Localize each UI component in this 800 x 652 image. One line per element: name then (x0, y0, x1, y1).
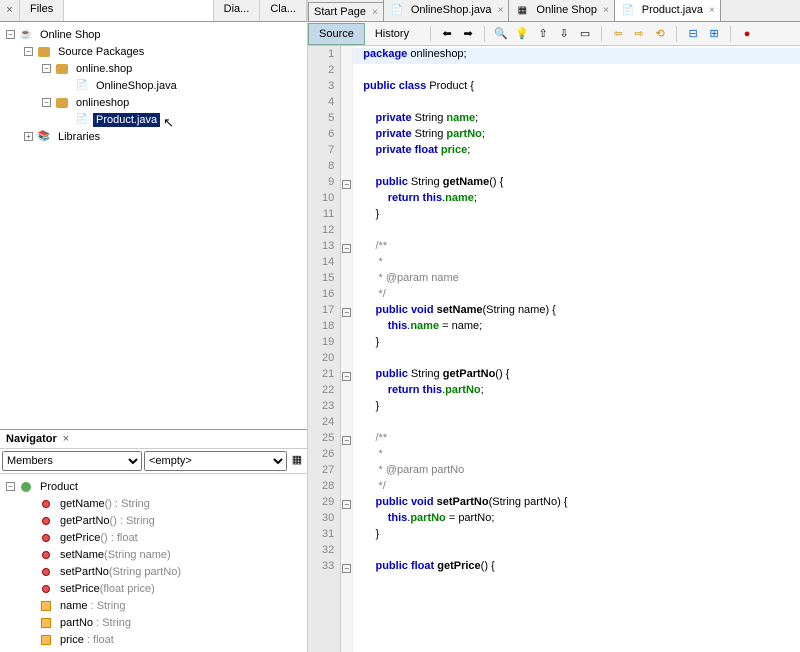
toolbar-shift-right-icon[interactable]: ⇨ (631, 26, 647, 42)
expand-icon[interactable]: − (6, 482, 15, 491)
java-file-icon: 📄 (74, 112, 90, 128)
close-tab-icon[interactable]: × (498, 5, 504, 16)
history-view-button[interactable]: History (365, 24, 419, 44)
toolbar-prev-icon[interactable]: ⇧ (535, 26, 551, 42)
diagram-icon: ▦ (514, 2, 530, 18)
field-icon (38, 598, 54, 614)
nav-method[interactable]: getName() : String (2, 495, 305, 512)
fold-column: − − − − − − − (341, 46, 353, 652)
tree-root-project[interactable]: − ☕ Online Shop (2, 26, 305, 43)
toolbar-find-icon[interactable]: 🔍 (493, 26, 509, 42)
navigator-filter-select[interactable]: <empty> (144, 451, 287, 471)
method-icon (38, 513, 54, 529)
nav-method[interactable]: setName(String name) (2, 546, 305, 563)
package-icon (54, 61, 70, 77)
toolbar-highlight-icon[interactable]: 💡 (514, 26, 530, 42)
tab-files[interactable]: Files (20, 0, 64, 21)
field-icon (38, 615, 54, 631)
java-file-icon: 📄 (74, 78, 90, 94)
toolbar-toggle-icon[interactable]: ▭ (577, 26, 593, 42)
expand-icon[interactable]: − (42, 64, 51, 73)
java-file-icon: 📄 (620, 2, 636, 18)
toolbar-forward-icon[interactable]: ➡ (460, 26, 476, 42)
editor-tab-onlineshop-diagram[interactable]: ▦Online Shop× (508, 0, 614, 21)
toolbar-comment-icon[interactable]: ⊟ (685, 26, 701, 42)
navigator-tree: − Product getName() : String getPartNo()… (0, 474, 307, 652)
tree-libraries[interactable]: + 📚 Libraries (2, 128, 305, 145)
field-icon (38, 632, 54, 648)
navigator-options-icon[interactable]: ▦ (289, 451, 305, 467)
expand-icon[interactable]: − (42, 98, 51, 107)
toolbar-back-icon[interactable]: ⬅ (439, 26, 455, 42)
tree-package-2[interactable]: − onlineshop (2, 94, 305, 111)
close-projects-icon[interactable]: × (0, 0, 20, 21)
toolbar-shift-left-icon[interactable]: ⇦ (610, 26, 626, 42)
editor-sub-toolbar: Source History ⬅ ➡ 🔍 💡 ⇧ ⇩ ▭ ⇦ ⇨ ⟲ ⊟ ⊞ ● (308, 22, 800, 46)
toolbar-format-icon[interactable]: ⟲ (652, 26, 668, 42)
close-tab-icon[interactable]: × (709, 5, 715, 16)
close-tab-icon[interactable]: × (603, 5, 609, 16)
nav-method[interactable]: setPartNo(String partNo) (2, 563, 305, 580)
nav-field[interactable]: name : String (2, 597, 305, 614)
tab-diagrams[interactable]: Dia... (214, 0, 261, 21)
editor-tab-startpage[interactable]: Start Page× (308, 2, 384, 21)
line-number-gutter: 1234567891011121314151617181920212223242… (308, 46, 341, 652)
code-content[interactable]: package onlineshop;public class Product … (353, 46, 800, 652)
editor-tab-product-java[interactable]: 📄Product.java× (614, 0, 721, 21)
nav-class[interactable]: − Product (2, 478, 305, 495)
method-icon (38, 581, 54, 597)
fold-toggle-icon[interactable]: − (342, 180, 351, 189)
editor-tabs: Start Page× 📄OnlineShop.java× ▦Online Sh… (308, 0, 800, 22)
tree-file-2[interactable]: 📄 Product.java ↖ (2, 111, 305, 128)
nav-method[interactable]: getPrice() : float (2, 529, 305, 546)
method-icon (38, 564, 54, 580)
navigator-panel: Navigator × Members <empty> ▦ − Product … (0, 429, 307, 652)
close-navigator-icon[interactable]: × (63, 433, 69, 445)
project-tree: − ☕ Online Shop − Source Packages − onli… (0, 22, 307, 429)
cursor-icon: ↖ (163, 115, 174, 131)
method-icon (38, 547, 54, 563)
expand-icon[interactable]: − (24, 47, 33, 56)
fold-toggle-icon[interactable]: − (342, 244, 351, 253)
tree-file-1[interactable]: 📄 OnlineShop.java (2, 77, 305, 94)
project-icon: ☕ (18, 27, 34, 43)
method-icon (38, 496, 54, 512)
nav-method[interactable]: getPartNo() : String (2, 512, 305, 529)
tree-package-1[interactable]: − online.shop (2, 60, 305, 77)
close-tab-icon[interactable]: × (372, 7, 378, 18)
nav-field[interactable]: price : float (2, 631, 305, 648)
fold-toggle-icon[interactable]: − (342, 372, 351, 381)
navigator-view-select[interactable]: Members (2, 451, 142, 471)
navigator-title-bar: Navigator × (0, 430, 307, 449)
package-icon (54, 95, 70, 111)
tab-classes[interactable]: Cla... (260, 0, 307, 21)
tab-projects[interactable] (64, 0, 213, 21)
editor-tab-onlineshop-java[interactable]: 📄OnlineShop.java× (383, 0, 510, 21)
expand-icon[interactable]: + (24, 132, 33, 141)
class-icon (18, 479, 34, 495)
folder-icon (36, 44, 52, 60)
navigator-title: Navigator (6, 433, 57, 445)
nav-field[interactable]: partNo : String (2, 614, 305, 631)
method-icon (38, 530, 54, 546)
toolbar-stop-icon[interactable]: ● (739, 26, 755, 42)
code-editor[interactable]: 1234567891011121314151617181920212223242… (308, 46, 800, 652)
source-view-button[interactable]: Source (308, 23, 365, 45)
java-file-icon: 📄 (389, 2, 405, 18)
toolbar-uncomment-icon[interactable]: ⊞ (706, 26, 722, 42)
project-tabs: × Files Dia... Cla... (0, 0, 307, 22)
fold-toggle-icon[interactable]: − (342, 308, 351, 317)
expand-icon[interactable]: − (6, 30, 15, 39)
libraries-icon: 📚 (36, 129, 52, 145)
toolbar-next-icon[interactable]: ⇩ (556, 26, 572, 42)
nav-method[interactable]: setPrice(float price) (2, 580, 305, 597)
fold-toggle-icon[interactable]: − (342, 500, 351, 509)
fold-toggle-icon[interactable]: − (342, 436, 351, 445)
fold-toggle-icon[interactable]: − (342, 564, 351, 573)
tree-source-packages[interactable]: − Source Packages (2, 43, 305, 60)
